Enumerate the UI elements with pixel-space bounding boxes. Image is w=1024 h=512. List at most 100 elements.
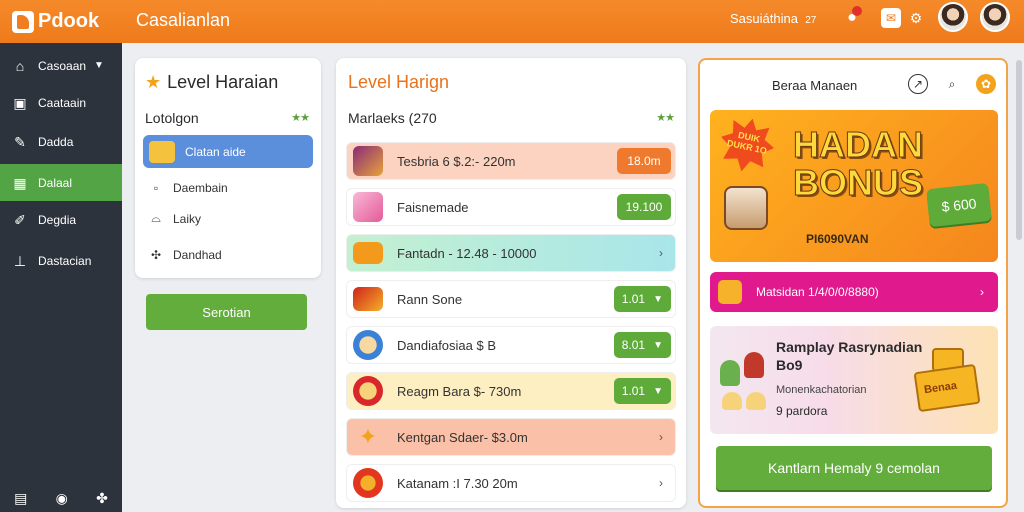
- gift-icon: [718, 280, 742, 304]
- sidebar-item-label: Caataain: [38, 95, 87, 110]
- game-icon: [353, 192, 383, 222]
- chevron-right-icon[interactable]: ›: [659, 430, 663, 444]
- promo-row[interactable]: Matsidan 1/4/0/0/8880) ›: [710, 272, 998, 312]
- submit-button[interactable]: Serotian: [146, 294, 307, 330]
- user-icon: ⊥: [13, 252, 27, 269]
- chevron-down-icon: ▼: [653, 293, 663, 305]
- card-detail: 9 pardora: [776, 404, 828, 418]
- lock-icon: ⌓: [151, 211, 161, 225]
- list-item[interactable]: Katanam :I 7.30 20m ›: [346, 464, 676, 502]
- bonus-panel: Beraa Manaen ↗ ⌕ ✿ DUIK DUKR 1O HADAN BO…: [698, 58, 1008, 508]
- sidebar-item-label: Degdia: [38, 212, 77, 227]
- value-badge[interactable]: 18.0m: [617, 148, 671, 174]
- card-title: Ramplay Rasrynadian Bo9: [776, 339, 923, 373]
- option-item[interactable]: ✣ Dandhad: [149, 248, 222, 262]
- level-panel: ★ Level Haraian Lotolgon ★★ Clatan aide …: [135, 58, 321, 278]
- mail-icon[interactable]: ✉: [881, 8, 901, 28]
- panel-heading: Beraa Manaen: [772, 78, 858, 93]
- list-item[interactable]: Rann Sone 1.01 ▼: [346, 280, 676, 318]
- sidebar-item-dalaal[interactable]: ▦ Dalaal: [0, 164, 122, 201]
- sidebar-item-dastacian[interactable]: ⊥ Dastacian: [0, 242, 122, 279]
- list-item[interactable]: ✦ Kentgan Sdaer- $3.0m ›: [346, 418, 676, 456]
- sidebar-item-label: Dadda: [38, 134, 74, 149]
- game-icon: [353, 376, 383, 406]
- sidebar-item-label: Dastacian: [38, 253, 92, 268]
- selected-option[interactable]: Clatan aide: [143, 135, 313, 168]
- panel-title: ★ Level Haraian: [145, 72, 279, 92]
- chevron-down-icon: ▼: [94, 60, 104, 71]
- globe-icon[interactable]: ◉: [56, 490, 68, 507]
- treasure-icon: [149, 140, 175, 163]
- square-icon: ▫: [153, 181, 159, 195]
- banner-title: HADAN BONUS: [792, 124, 923, 203]
- sidebar-item-dadda[interactable]: ✎ Dadda: [0, 123, 122, 160]
- panel-subtitle: Lotolgon: [145, 110, 199, 126]
- settings-icon[interactable]: ⚙: [906, 8, 926, 28]
- share-icon[interactable]: ✤: [96, 490, 108, 507]
- sidebar-item-casoaan[interactable]: ⌂ Casoaan ▼: [0, 47, 122, 84]
- value-badge[interactable]: 1.01 ▼: [613, 286, 671, 312]
- app-title: Casalianlan: [136, 10, 231, 30]
- levels-list-panel: Level Harign Marlaeks (270 ★★ Tesbria 6 …: [336, 58, 686, 508]
- game-icon: [353, 330, 383, 360]
- coin-badge[interactable]: $ 600: [926, 182, 992, 228]
- logo-icon: [12, 10, 34, 33]
- rating-stars: ★★: [291, 112, 310, 124]
- chevron-down-icon: ▼: [653, 385, 663, 397]
- app-logo[interactable]: Pdook: [0, 0, 122, 43]
- stack-icon[interactable]: ▤: [14, 490, 27, 507]
- characters-icon: [718, 352, 768, 422]
- cup-icon: [724, 186, 768, 230]
- chevron-right-icon[interactable]: ›: [659, 476, 663, 490]
- rating-stars: ★★: [656, 112, 675, 124]
- wrench-icon: ✐: [14, 211, 26, 228]
- share-icon: ✣: [150, 248, 162, 262]
- game-icon: [353, 242, 383, 264]
- chevron-down-icon: ▼: [653, 339, 663, 351]
- option-item[interactable]: ⌓ Laiky: [149, 211, 201, 226]
- avatar-secondary[interactable]: [980, 2, 1010, 32]
- user-name[interactable]: Sasuiáthina 27: [730, 11, 816, 26]
- panel-subtitle: Marlaeks (270: [348, 110, 437, 126]
- panel-title: Level Harign: [348, 72, 450, 92]
- sidebar-footer: ▤ ◉ ✤: [0, 484, 122, 512]
- sidebar: ⌂ Casoaan ▼ ▣ Caataain ✎ Dadda ▦ Dalaal …: [0, 43, 122, 512]
- avatar[interactable]: [938, 2, 968, 32]
- top-bar: Pdook Casalianlan Sasuiáthina 27 ● ✉ ⚙: [0, 0, 1024, 43]
- pencil-icon: ✎: [14, 133, 26, 150]
- chevron-right-icon[interactable]: ›: [659, 246, 663, 260]
- game-icon: [353, 287, 383, 311]
- chevron-right-icon: ›: [980, 285, 984, 299]
- banner-subtitle: PI6090VAN: [806, 232, 869, 246]
- claim-bonus-button[interactable]: Kantlarn Hemaly 9 cemolan: [716, 446, 992, 490]
- notification-badge: [852, 6, 862, 16]
- search-icon[interactable]: ⌕: [942, 74, 962, 94]
- grid-icon: ▦: [13, 174, 27, 191]
- badge-icon[interactable]: ✿: [976, 74, 996, 94]
- profile-icon: ▣: [13, 94, 27, 111]
- value-badge[interactable]: 8.01 ▼: [613, 332, 671, 358]
- scrollbar[interactable]: [1016, 60, 1022, 240]
- star-icon: ✦: [358, 424, 378, 449]
- sidebar-item-degdia[interactable]: ✐ Degdia: [0, 201, 122, 238]
- bonus-banner[interactable]: DUIK DUKR 1O HADAN BONUS $ 600 PI6090VAN: [710, 110, 998, 262]
- value-badge[interactable]: 1.01 ▼: [613, 378, 671, 404]
- sidebar-item-label: Casoaan: [38, 58, 87, 73]
- list-item[interactable]: Tesbria 6 $.2:- 220m 18.0m: [346, 142, 676, 180]
- logo-text: Pdook: [38, 10, 100, 32]
- compass-icon[interactable]: ↗: [908, 74, 928, 94]
- list-item[interactable]: Dandiafosiaa $ B 8.01 ▼: [346, 326, 676, 364]
- game-icon: [353, 146, 383, 176]
- sidebar-item-label: Dalaal: [38, 175, 73, 190]
- chest-icon: Benaa: [913, 348, 981, 413]
- game-icon: [353, 468, 383, 498]
- reward-card[interactable]: Ramplay Rasrynadian Bo9 Monenkachatorian…: [710, 326, 998, 434]
- option-item[interactable]: ▫ Daembain: [149, 181, 228, 195]
- value-badge[interactable]: 19.100: [617, 194, 671, 220]
- star-icon: ★: [145, 72, 162, 92]
- card-subtitle: Monenkachatorian: [776, 384, 867, 396]
- list-item[interactable]: Faisnemade 19.100: [346, 188, 676, 226]
- list-item[interactable]: Reagm Bara $- 730m 1.01 ▼: [346, 372, 676, 410]
- sidebar-item-caataain[interactable]: ▣ Caataain: [0, 84, 122, 121]
- list-item[interactable]: Fantadn - 12.48 - 10000 ›: [346, 234, 676, 272]
